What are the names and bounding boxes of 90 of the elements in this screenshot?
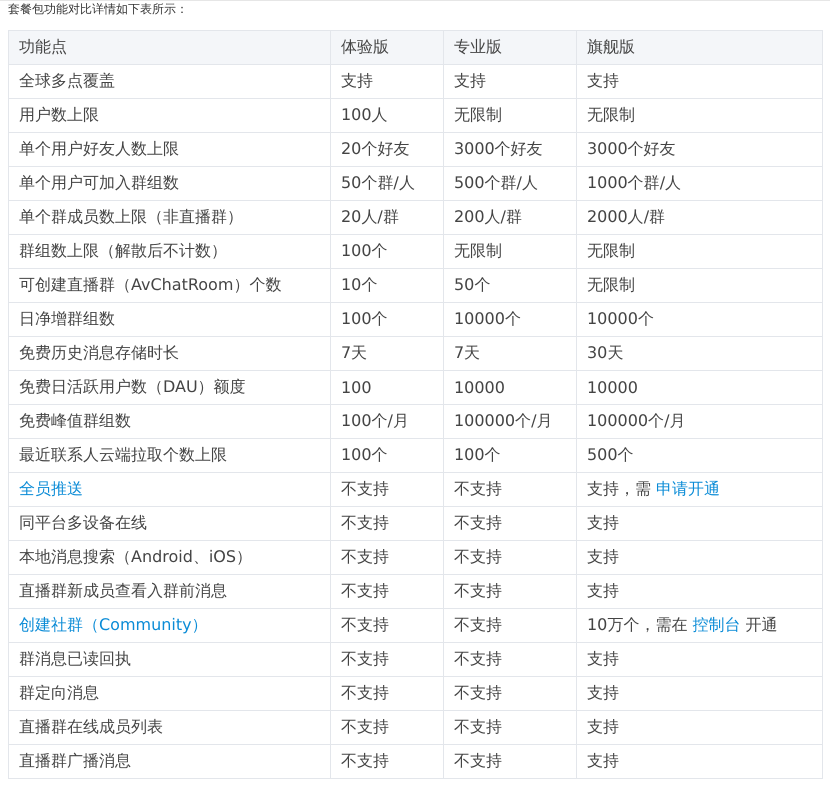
- table-cell: 本地消息搜索（Android、iOS）: [8, 540, 330, 574]
- table-cell: 7天: [330, 336, 444, 370]
- table-cell: 3000个好友: [444, 132, 576, 166]
- table-cell: 不支持: [330, 506, 444, 540]
- table-cell: 30天: [576, 336, 822, 370]
- table-cell: 无限制: [444, 98, 576, 132]
- table-cell: 最近联系人云端拉取个数上限: [8, 438, 330, 472]
- link[interactable]: 控制台: [692, 615, 740, 634]
- table-cell: 同平台多设备在线: [8, 506, 330, 540]
- column-header: 专业版: [444, 30, 576, 64]
- table-cell: 支持: [576, 540, 822, 574]
- table-cell: 10000个: [576, 302, 822, 336]
- table-cell: 100个/月: [330, 404, 444, 438]
- table-cell: 免费历史消息存储时长: [8, 336, 330, 370]
- table-cell: 免费峰值群组数: [8, 404, 330, 438]
- table-cell: 3000个好友: [576, 132, 822, 166]
- table-cell: 2000人/群: [576, 200, 822, 234]
- table-cell: 支持: [576, 574, 822, 608]
- link[interactable]: 申请开通: [656, 479, 720, 498]
- table-cell: 20个好友: [330, 132, 444, 166]
- table-cell: 100个: [330, 234, 444, 268]
- table-cell: 群组数上限（解散后不计数）: [8, 234, 330, 268]
- column-header: 体验版: [330, 30, 444, 64]
- link[interactable]: 全员推送: [19, 479, 83, 498]
- table-cell: 50个群/人: [330, 166, 444, 200]
- table-cell: 不支持: [444, 540, 576, 574]
- column-header: 旗舰版: [576, 30, 822, 64]
- table-cell: 不支持: [444, 608, 576, 642]
- table-cell: 不支持: [330, 710, 444, 744]
- table-cell: 不支持: [330, 676, 444, 710]
- table-cell: 1000个群/人: [576, 166, 822, 200]
- table-cell: 无限制: [444, 234, 576, 268]
- table-cell: 支持: [576, 64, 822, 98]
- table-cell: 不支持: [444, 506, 576, 540]
- table-cell: 支持: [576, 744, 822, 778]
- table-cell: 支持: [576, 676, 822, 710]
- table-cell: 支持: [330, 64, 444, 98]
- table-cell: 直播群新成员查看入群前消息: [8, 574, 330, 608]
- table-cell: 直播群广播消息: [8, 744, 330, 778]
- table-cell: 100人: [330, 98, 444, 132]
- table-cell: 直播群在线成员列表: [8, 710, 330, 744]
- table-cell: 100000个/月: [444, 404, 576, 438]
- table-cell: 不支持: [444, 472, 576, 506]
- table-cell: 单个用户可加入群组数: [8, 166, 330, 200]
- table-cell: 不支持: [444, 676, 576, 710]
- table-cell: 10000: [444, 370, 576, 404]
- table-cell: 10000: [576, 370, 822, 404]
- table-cell: 200人/群: [444, 200, 576, 234]
- table-cell: 50个: [444, 268, 576, 302]
- table-cell: 500个群/人: [444, 166, 576, 200]
- table-cell: 10个: [330, 268, 444, 302]
- table-cell: 不支持: [330, 574, 444, 608]
- table-cell: 支持: [444, 64, 576, 98]
- table-cell: 单个群成员数上限（非直播群）: [8, 200, 330, 234]
- intro-text: 套餐包功能对比详情如下表所示：: [8, 1, 189, 18]
- table-cell: 无限制: [576, 268, 822, 302]
- table-cell: 10000个: [444, 302, 576, 336]
- table-cell: 不支持: [444, 574, 576, 608]
- table-cell: 全球多点覆盖: [8, 64, 330, 98]
- table-cell: 500个: [576, 438, 822, 472]
- table-cell: 支持: [576, 710, 822, 744]
- table-cell: 100: [330, 370, 444, 404]
- table-cell: 群定向消息: [8, 676, 330, 710]
- table-cell: 不支持: [330, 472, 444, 506]
- table-cell: 不支持: [330, 608, 444, 642]
- table-cell: 100个: [444, 438, 576, 472]
- table-cell: 无限制: [576, 98, 822, 132]
- table-cell: 不支持: [330, 744, 444, 778]
- table-cell: 单个用户好友人数上限: [8, 132, 330, 166]
- table-cell: 日净增群组数: [8, 302, 330, 336]
- table-cell: 支持，需 申请开通: [576, 472, 822, 506]
- table-cell: 不支持: [330, 642, 444, 676]
- table-cell: 支持: [576, 642, 822, 676]
- table-cell: 10万个，需在 控制台 开通: [576, 608, 822, 642]
- table-cell: 可创建直播群（AvChatRoom）个数: [8, 268, 330, 302]
- table-cell: 用户数上限: [8, 98, 330, 132]
- table-cell: 不支持: [444, 710, 576, 744]
- table-cell: 100000个/月: [576, 404, 822, 438]
- table-cell: 免费日活跃用户数（DAU）额度: [8, 370, 330, 404]
- table-cell: 不支持: [444, 744, 576, 778]
- column-header: 功能点: [8, 30, 330, 64]
- table-cell: 不支持: [330, 540, 444, 574]
- table-cell: 支持: [576, 506, 822, 540]
- table-cell: 20人/群: [330, 200, 444, 234]
- table-cell: 7天: [444, 336, 576, 370]
- table-cell: 群消息已读回执: [8, 642, 330, 676]
- table-cell: 无限制: [576, 234, 822, 268]
- table-cell: 100个: [330, 438, 444, 472]
- table-cell: 不支持: [444, 642, 576, 676]
- table-cell: 100个: [330, 302, 444, 336]
